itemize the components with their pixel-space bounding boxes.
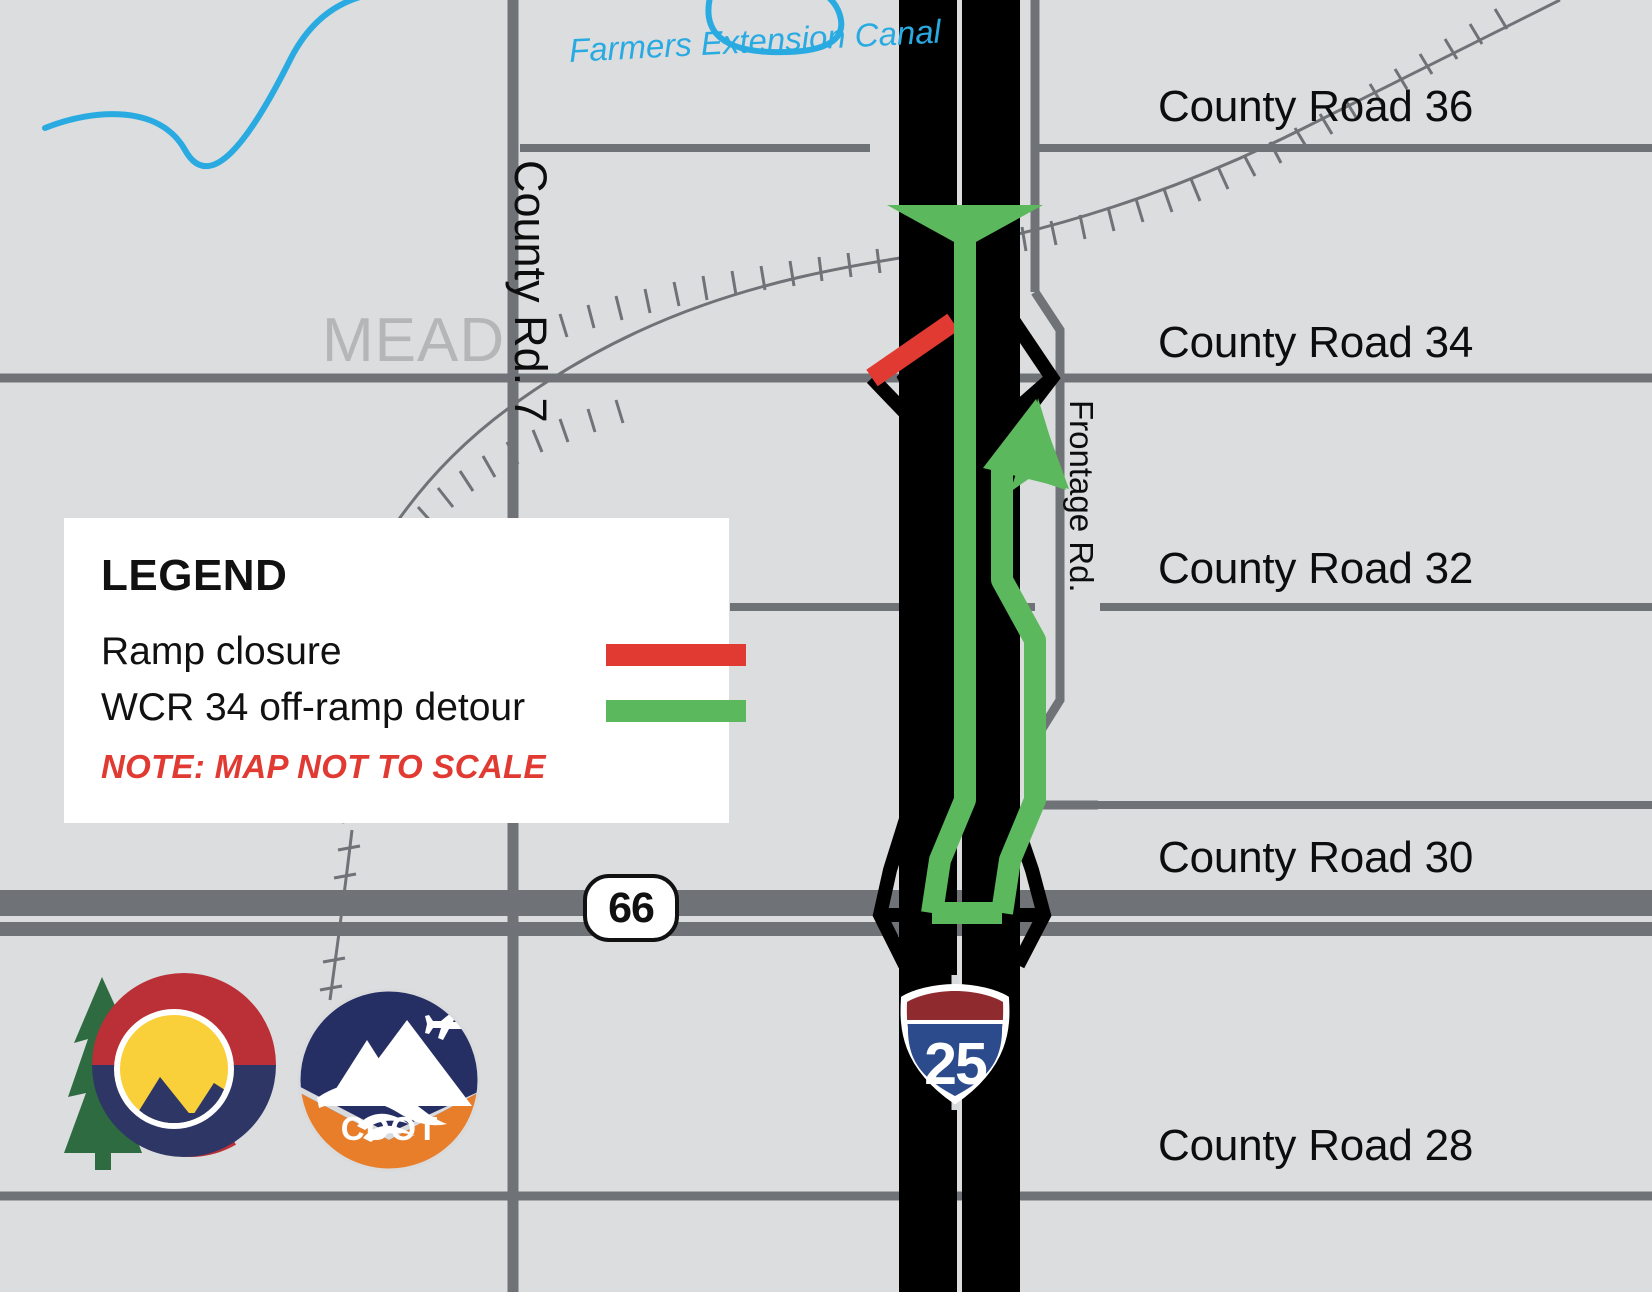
cdot-logo: CDOT — [297, 988, 482, 1173]
legend-item-detour: WCR 34 off-ramp detour — [101, 686, 746, 734]
legend-item-ramp-closure-label: Ramp closure — [101, 630, 342, 673]
legend-panel: LEGEND Ramp closure WCR 34 off-ramp deto… — [64, 518, 746, 823]
state-highway-66-number: 66 — [608, 883, 655, 932]
legend-swatch-detour — [606, 700, 746, 722]
legend-swatch-ramp-closure — [606, 644, 746, 666]
legend-item-ramp-closure: Ramp closure — [101, 630, 746, 678]
state-highway-66-shield: 66 — [583, 874, 679, 942]
map-canvas: 25 66 MEAD Farmers Extension Canal Count… — [0, 0, 1652, 1292]
road-label-county-road-30: County Road 30 — [1158, 833, 1474, 882]
colorado-state-logo: ™ — [62, 965, 282, 1170]
road-label-county-road-34: County Road 34 — [1158, 318, 1474, 367]
legend-note: NOTE: MAP NOT TO SCALE — [101, 748, 546, 785]
road-label-county-rd-7: County Rd. 7 — [505, 160, 556, 423]
road-label-frontage-rd: Frontage Rd. — [1063, 400, 1100, 593]
legend-title: LEGEND — [101, 551, 288, 600]
cdot-wordmark: CDOT — [340, 1110, 439, 1147]
city-label-mead: MEAD — [322, 306, 506, 375]
interstate-25-number: 25 — [924, 1031, 988, 1097]
interstate-25-shield: 25 — [899, 983, 1011, 1106]
road-label-county-road-28: County Road 28 — [1158, 1121, 1474, 1170]
road-label-county-road-36: County Road 36 — [1158, 82, 1474, 131]
legend-item-detour-label: WCR 34 off-ramp detour — [101, 686, 526, 729]
road-label-county-road-32: County Road 32 — [1158, 544, 1474, 593]
state-highway-66-roadway — [0, 890, 1652, 936]
